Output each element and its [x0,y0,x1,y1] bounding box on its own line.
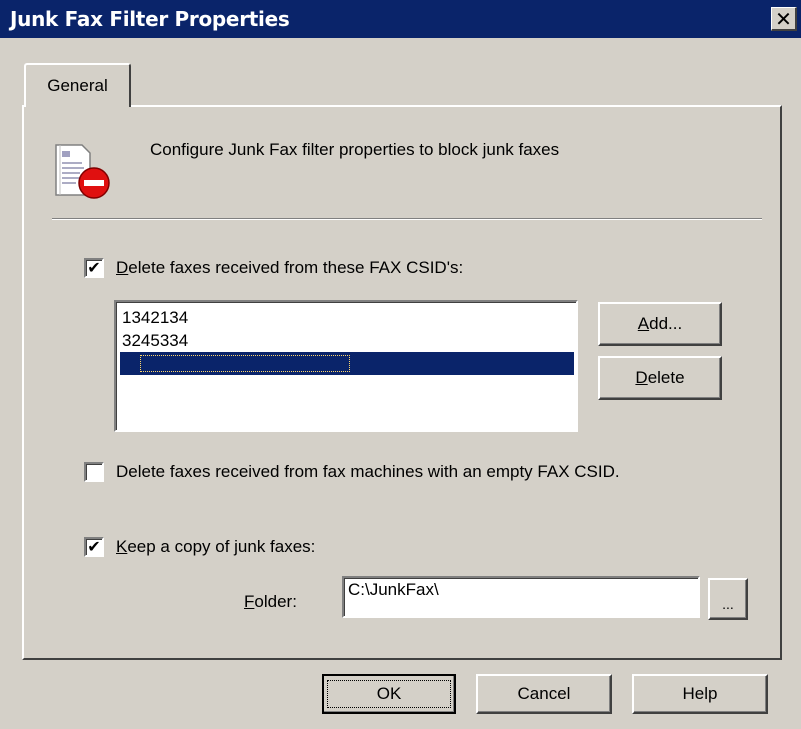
help-button[interactable]: Help [632,674,768,714]
csid-filter-checkbox[interactable]: ✔ [84,258,104,278]
ok-button[interactable]: OK [322,674,456,714]
keep-copy-checkbox[interactable]: ✔ [84,537,104,557]
browse-button[interactable]: ... [708,578,748,620]
cancel-button-label: Cancel [517,684,571,703]
folder-input[interactable]: C:\JunkFax\ [342,576,700,618]
divider [52,218,762,220]
keep-copy-row[interactable]: ✔ Keep a copy of junk faxes: [84,537,315,557]
csid-filter-row[interactable]: ✔ Delete faxes received from these FAX C… [84,258,463,278]
delete-button[interactable]: Delete [598,356,722,400]
browse-button-label: ... [722,596,734,612]
add-button[interactable]: Add... [598,302,722,346]
dialog-description: Configure Junk Fax filter properties to … [150,140,560,159]
window-title: Junk Fax Filter Properties [10,7,290,31]
ok-focus-rect: OK [327,680,451,708]
help-button-label: Help [682,684,718,703]
list-item[interactable]: 3245334 [120,329,576,352]
junk-fax-icon [55,144,110,199]
delete-button-label: Delete [635,368,685,387]
empty-csid-row[interactable]: Delete faxes received from fax machines … [84,462,620,482]
ok-button-label: OK [376,684,402,703]
folder-label: Folder: [244,592,297,611]
inline-edit-box[interactable] [140,355,350,372]
tab-general[interactable]: General [24,63,131,107]
csid-listbox[interactable]: 1342134 3245334 [114,300,578,432]
empty-csid-checkbox[interactable] [84,462,104,482]
close-icon: ✕ [775,6,792,31]
empty-csid-label: Delete faxes received from fax machines … [116,462,620,481]
tab-general-label: General [47,76,108,95]
title-bar: Junk Fax Filter Properties ✕ [0,0,801,38]
csid-filter-label: Delete faxes received from these FAX CSI… [116,258,464,277]
list-item[interactable]: 1342134 [120,306,576,329]
list-item-new-edit[interactable] [120,352,574,375]
add-button-label: Add... [637,314,683,333]
close-button[interactable]: ✕ [771,7,797,31]
keep-copy-label: Keep a copy of junk faxes: [116,537,316,556]
cancel-button[interactable]: Cancel [476,674,612,714]
